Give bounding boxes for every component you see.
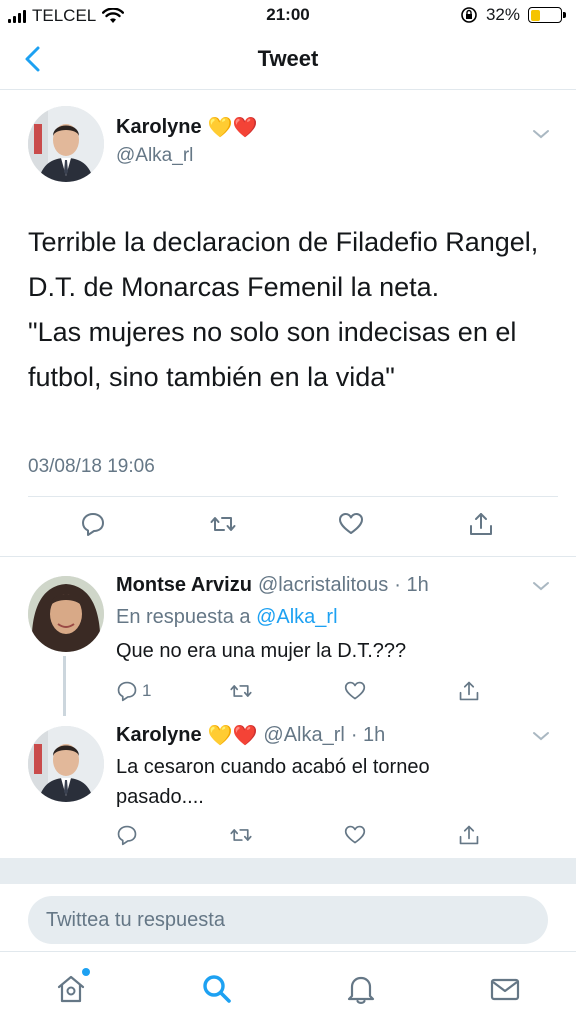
reply-text-line: pasado.... xyxy=(116,786,204,808)
reply-count: 1 xyxy=(142,681,152,700)
tweet-text: Terrible la declaracion de Filadefio Ran… xyxy=(28,220,558,400)
avatar[interactable] xyxy=(28,106,104,182)
author-name[interactable]: Karolyne xyxy=(116,724,202,747)
reply-composer xyxy=(0,884,576,952)
home-icon xyxy=(57,975,85,1003)
battery-percent: 32% xyxy=(485,5,520,24)
author-emojis: 💛❤️ xyxy=(207,724,258,747)
bell-icon xyxy=(347,976,375,1004)
tweet-timestamp: 03/08/18 19:06 xyxy=(28,456,155,477)
avatar[interactable] xyxy=(28,726,104,802)
share-icon xyxy=(459,681,479,701)
nav-bar: Tweet xyxy=(0,30,576,90)
thread-line xyxy=(63,656,66,716)
reply-time: · 1h xyxy=(350,724,386,746)
retweet-icon xyxy=(210,517,236,531)
reply-text: La cesaron cuando acabó el torneo pasado… xyxy=(116,752,556,812)
author-handle[interactable]: @Alka_rl xyxy=(263,724,344,747)
in-reply-to-link[interactable]: @Alka_rl xyxy=(256,606,337,628)
tweet-text-line: "Las mujeres no solo son indecisas en el… xyxy=(28,317,517,392)
reply-button[interactable] xyxy=(116,824,138,846)
tab-messages[interactable] xyxy=(488,972,522,1006)
notification-dot xyxy=(82,968,90,976)
tweet-text-line: Terrible la declaracion de Filadefio Ran… xyxy=(28,227,539,302)
in-reply-to: En respuesta a @Alka_rl xyxy=(116,606,338,629)
mail-icon xyxy=(490,978,520,1001)
section-separator xyxy=(0,858,576,884)
search-icon xyxy=(203,975,231,1003)
like-button[interactable] xyxy=(338,510,366,538)
divider xyxy=(0,556,576,557)
heart-icon xyxy=(339,513,363,534)
reply-icon xyxy=(117,825,137,846)
reply-time: · 1h xyxy=(394,574,429,596)
retweet-icon xyxy=(230,685,252,697)
share-button[interactable] xyxy=(458,680,480,702)
tab-search[interactable] xyxy=(200,972,234,1006)
tab-bar xyxy=(0,952,576,1024)
status-bar: TELCEL 21:00 32% xyxy=(0,0,576,30)
battery-level xyxy=(530,9,540,21)
like-button[interactable] xyxy=(344,824,366,846)
avatar[interactable] xyxy=(28,576,104,652)
reply-button[interactable]: 1 xyxy=(116,680,151,702)
divider xyxy=(28,496,558,497)
battery-icon xyxy=(528,7,566,23)
reply-button[interactable] xyxy=(80,510,108,538)
heart-icon xyxy=(344,825,366,844)
rotation-lock-icon xyxy=(461,7,477,23)
reply-text: Que no era una mujer la D.T.??? xyxy=(116,640,407,662)
reply-icon xyxy=(82,513,104,536)
retweet-button[interactable] xyxy=(210,510,238,538)
chevron-down-icon[interactable] xyxy=(532,128,550,140)
tab-notifications[interactable] xyxy=(344,972,378,1006)
retweet-button[interactable] xyxy=(230,680,252,702)
like-button[interactable] xyxy=(344,680,366,702)
retweet-icon xyxy=(230,829,252,841)
share-button[interactable] xyxy=(468,510,496,538)
chevron-down-icon[interactable] xyxy=(532,580,550,592)
reply-icon xyxy=(117,681,137,702)
author-row: Montse Arvizu @lacristalitous · 1h xyxy=(116,574,429,597)
heart-icon xyxy=(344,681,366,700)
share-icon xyxy=(459,825,479,845)
tweet-actions xyxy=(0,510,576,550)
reply-text-line: La cesaron cuando acabó el torneo xyxy=(116,756,430,778)
author-handle[interactable]: @lacristalitous xyxy=(258,574,388,597)
author-row: Karolyne 💛❤️ @Alka_rl · 1h xyxy=(116,724,385,747)
tab-home[interactable] xyxy=(54,968,90,1006)
author-name[interactable]: Karolyne xyxy=(116,116,202,139)
author-row: Karolyne 💛❤️ xyxy=(116,116,257,139)
reply-input[interactable] xyxy=(28,896,548,944)
in-reply-to-label: En respuesta a xyxy=(116,606,251,628)
page-title: Tweet xyxy=(257,46,319,71)
author-name[interactable]: Montse Arvizu xyxy=(116,574,252,597)
battery-group: 32% xyxy=(460,5,566,25)
share-button[interactable] xyxy=(458,824,480,846)
author-handle[interactable]: @Alka_rl xyxy=(116,145,193,167)
author-emojis: 💛❤️ xyxy=(207,116,258,139)
chevron-down-icon[interactable] xyxy=(532,730,550,742)
share-icon xyxy=(470,513,492,535)
retweet-button[interactable] xyxy=(230,824,252,846)
